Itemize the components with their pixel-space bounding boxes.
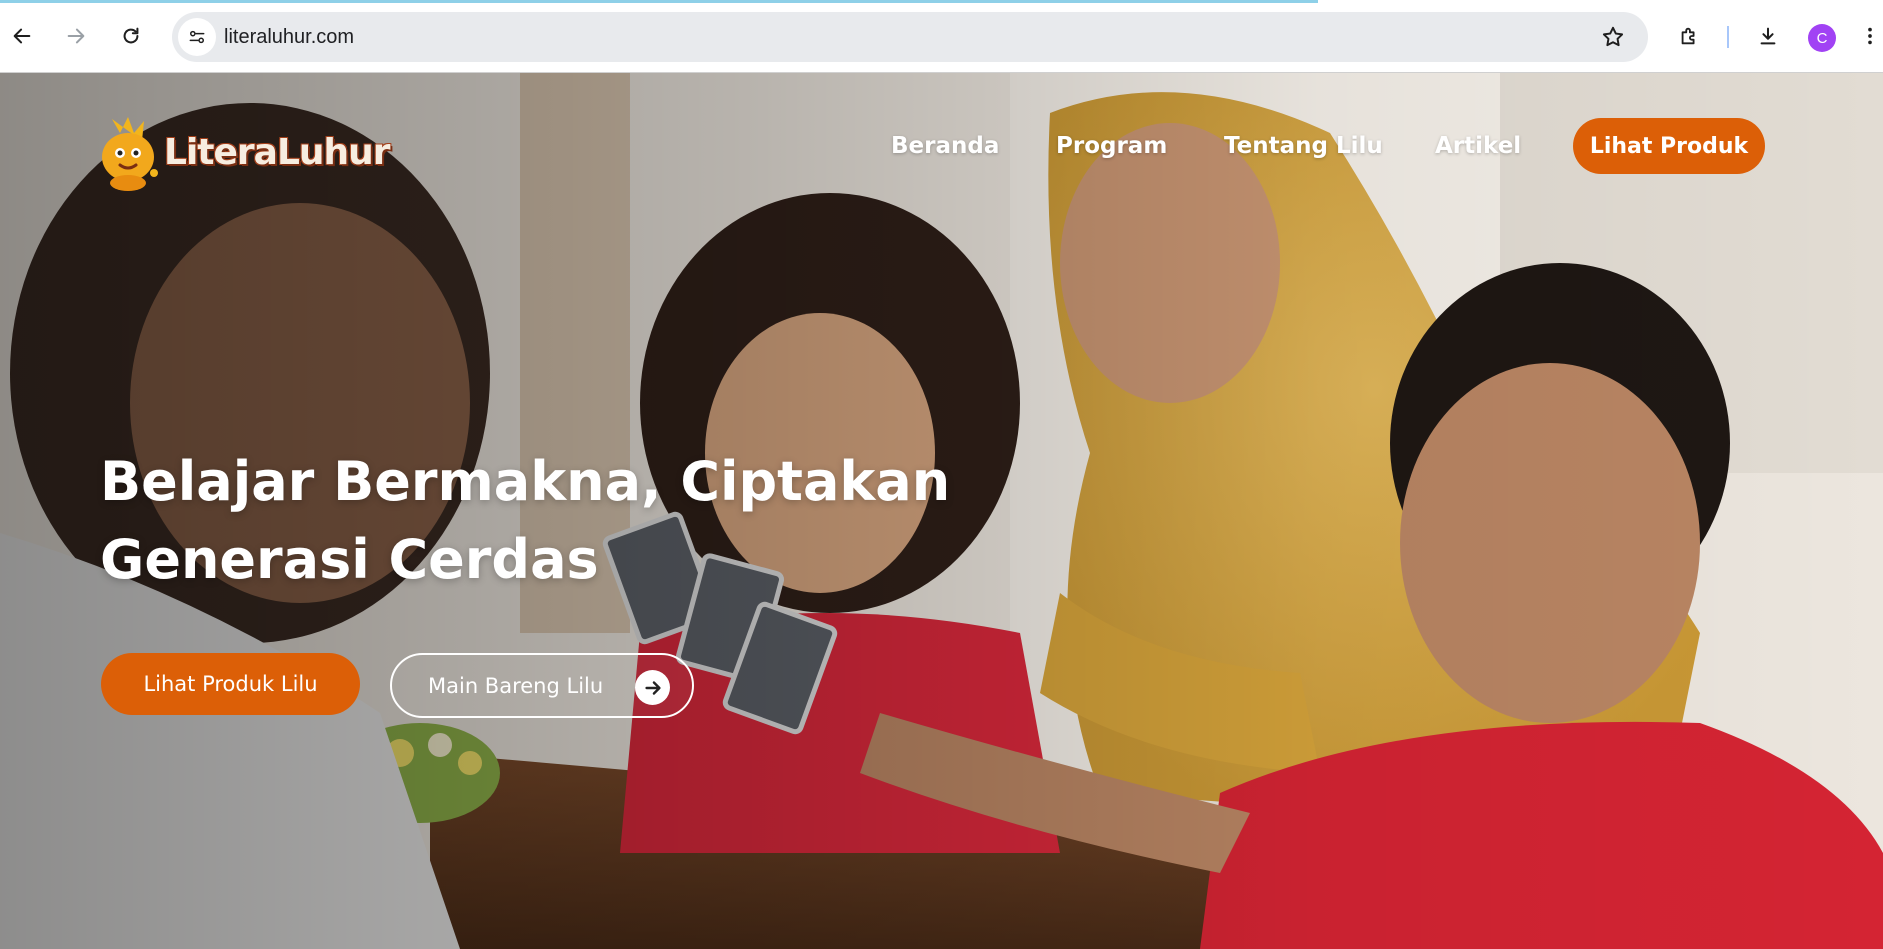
site-info-button[interactable]	[178, 18, 216, 56]
profile-avatar[interactable]: C	[1808, 24, 1836, 52]
forward-button[interactable]	[58, 18, 94, 54]
kebab-menu-icon	[1868, 27, 1872, 45]
extensions-button[interactable]	[1671, 18, 1707, 54]
reload-button[interactable]	[113, 18, 149, 54]
nav-program[interactable]: Program	[1056, 133, 1167, 159]
logo-text: LiteraLuhur	[164, 131, 391, 173]
page-load-progress	[0, 0, 1318, 3]
nav-tentang-lilu[interactable]: Tentang Lilu	[1224, 133, 1383, 159]
hero-section: LiteraLuhur Beranda Program Tentang Lilu…	[0, 73, 1883, 949]
downloads-button[interactable]	[1750, 18, 1786, 54]
site-info-icon	[189, 30, 205, 44]
view-products-button[interactable]: Lihat Produk Lilu	[101, 653, 360, 715]
headline-line-1: Belajar Bermakna, Ciptakan	[100, 450, 951, 513]
toolbar-divider	[1727, 26, 1729, 48]
mascot-logo-icon	[102, 117, 158, 191]
arrow-right-icon	[635, 670, 670, 705]
extensions-icon	[1681, 27, 1695, 45]
reload-icon	[123, 27, 139, 44]
url-text[interactable]: literaluhur.com	[224, 26, 354, 49]
browser-toolbar: literaluhur.com C	[0, 0, 1883, 73]
headline-line-2: Generasi Cerdas	[100, 528, 599, 591]
site-logo[interactable]: LiteraLuhur	[92, 113, 391, 191]
nav-artikel[interactable]: Artikel	[1435, 133, 1521, 159]
forward-arrow-icon	[67, 28, 85, 44]
play-with-lilu-button[interactable]: Main Bareng Lilu	[390, 653, 694, 718]
nav-cta-button[interactable]: Lihat Produk	[1573, 118, 1765, 174]
hero-headline: Belajar Bermakna, Ciptakan Generasi Cerd…	[100, 443, 1000, 599]
star-icon[interactable]	[1600, 24, 1626, 50]
nav-beranda[interactable]: Beranda	[891, 133, 999, 159]
address-bar[interactable]: literaluhur.com	[172, 12, 1648, 62]
download-icon	[1760, 27, 1776, 45]
back-button[interactable]	[4, 18, 40, 54]
back-arrow-icon	[13, 28, 31, 44]
browser-menu-button[interactable]	[1858, 18, 1882, 54]
play-with-lilu-label: Main Bareng Lilu	[428, 674, 604, 698]
